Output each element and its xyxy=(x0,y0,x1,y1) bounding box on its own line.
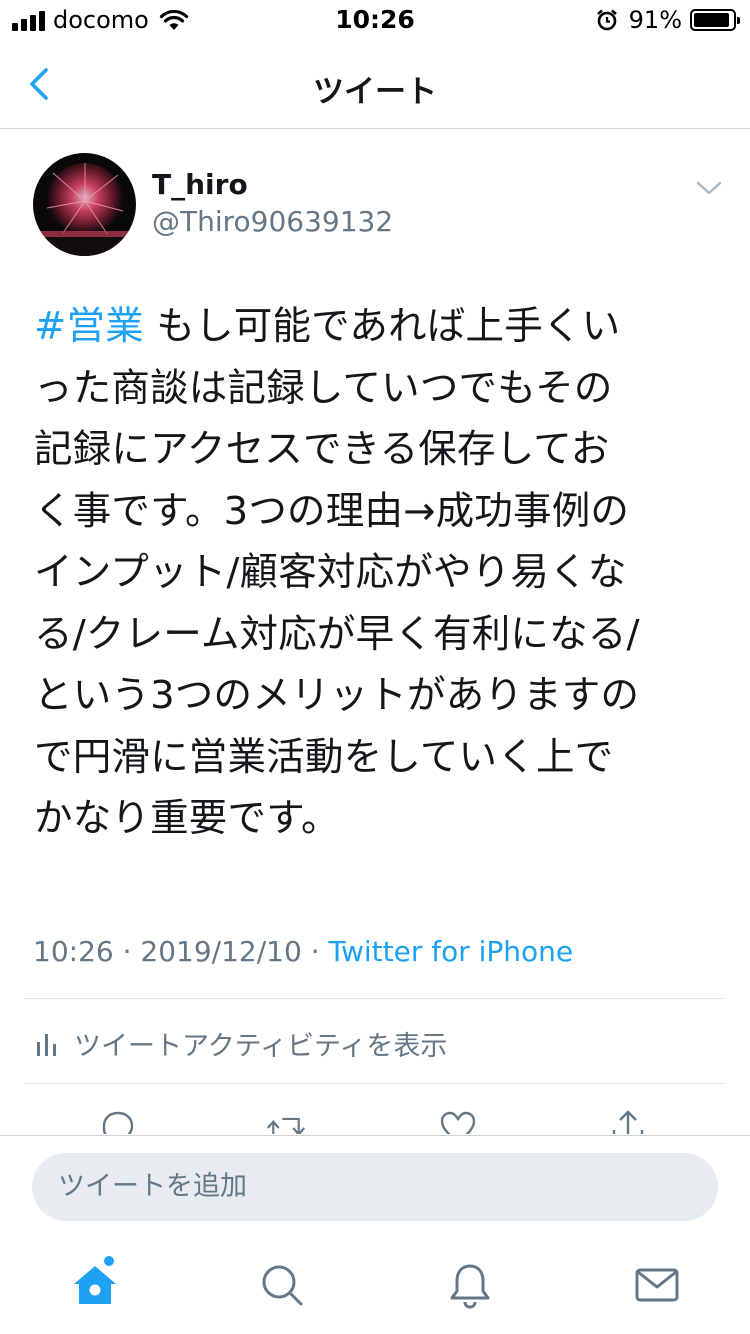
fireworks-avatar-image xyxy=(33,153,136,256)
tweet-line: #営業 もし可能であれば上手くい xyxy=(34,296,724,358)
tweet-meta: 10:26 · 2019/12/10 · Twitter for iPhone xyxy=(33,935,573,968)
like-icon[interactable] xyxy=(438,1108,478,1134)
status-bar: docomo 10:26 91% xyxy=(0,0,750,40)
meta-separator: · xyxy=(301,935,329,968)
messages-icon xyxy=(635,1268,679,1302)
notifications-icon xyxy=(450,1264,490,1309)
tab-search[interactable] xyxy=(257,1260,307,1310)
new-items-dot xyxy=(104,1256,114,1266)
reply-composer: ツイートを追加 xyxy=(0,1135,750,1236)
tab-bar xyxy=(0,1236,750,1334)
tweet-date: 2019/12/10 xyxy=(140,935,302,968)
tweet-line: で円滑に営業活動をしていく上で xyxy=(34,734,614,780)
tweet-line: く事です。3つの理由→成功事例の xyxy=(34,488,630,534)
tweet-line: インプット/顧客対応がやり易くな xyxy=(34,550,627,595)
nav-bar: ツイート xyxy=(0,40,750,129)
chevron-down-icon[interactable] xyxy=(694,178,724,198)
hashtag-link[interactable]: #営業 xyxy=(34,304,144,349)
activity-label: ツイートアクティビティを表示 xyxy=(74,1031,448,1062)
tweet-line: という3つのメリットがありますの xyxy=(34,673,640,718)
search-icon xyxy=(262,1265,303,1306)
battery-icon xyxy=(690,9,740,31)
tab-notifications[interactable] xyxy=(445,1260,495,1310)
retweet-icon[interactable] xyxy=(266,1108,306,1134)
analytics-icon xyxy=(37,1033,56,1056)
tweet-text: #営業 もし可能であれば上手くい った商談は記録していつでもその 記録にアクセス… xyxy=(34,296,724,850)
tweet-line: った商談は記録していつでもその xyxy=(34,365,613,411)
meta-separator: · xyxy=(113,935,141,968)
divider xyxy=(25,1083,725,1084)
reply-input[interactable]: ツイートを追加 xyxy=(32,1153,718,1221)
tweet-line: 記録にアクセスできる保存してお xyxy=(34,427,610,472)
reply-icon[interactable] xyxy=(98,1108,138,1134)
battery-level xyxy=(694,13,729,27)
author-name[interactable]: T_hiro xyxy=(152,168,248,201)
divider xyxy=(25,998,725,999)
tab-home[interactable] xyxy=(70,1256,120,1310)
tab-messages[interactable] xyxy=(632,1260,682,1310)
alarm-icon xyxy=(596,9,617,31)
tweet-line: る/クレーム対応が早く有利になる/ xyxy=(34,611,640,657)
avatar[interactable] xyxy=(33,153,136,256)
tweet-source-link[interactable]: Twitter for iPhone xyxy=(329,935,574,968)
tweet-actions xyxy=(0,1104,750,1134)
battery-percent: 91% xyxy=(628,6,682,34)
share-icon[interactable] xyxy=(608,1108,648,1134)
tweet-activity-link[interactable]: ツイートアクティビティを表示 xyxy=(36,1024,447,1063)
tweet-line: かなり重要です。 xyxy=(34,796,340,841)
author-handle[interactable]: @Thiro90639132 xyxy=(152,205,393,238)
tweet-time: 10:26 xyxy=(33,935,114,968)
home-icon xyxy=(74,1266,116,1304)
tweet-line-text: もし可能であれば上手くい xyxy=(143,304,621,349)
page-title: ツイート xyxy=(313,74,437,110)
